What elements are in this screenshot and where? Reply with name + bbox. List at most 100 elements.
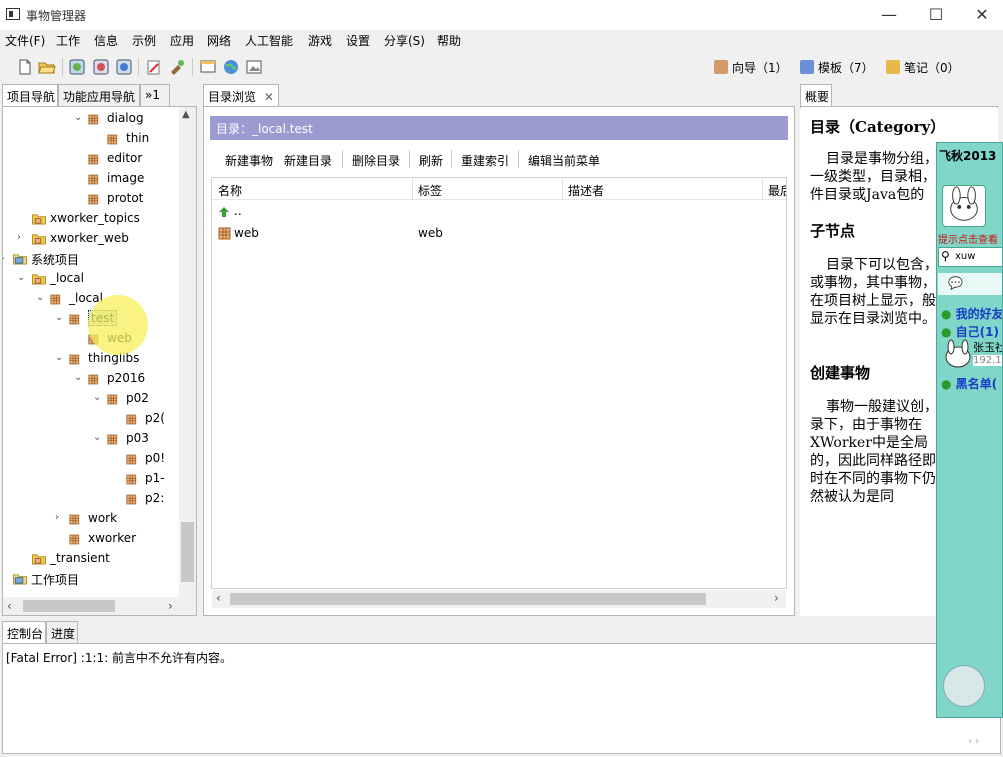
chat-hint[interactable]: 提示点击查看	[938, 231, 998, 246]
tree-v-scrollbar[interactable]: ▲	[179, 107, 196, 597]
menu-network[interactable]: 网络	[207, 32, 231, 49]
tree-item[interactable]: ⌄ dialog	[3, 109, 179, 129]
tree-item[interactable]: p1-	[3, 469, 179, 489]
settings-tool-icon[interactable]	[115, 58, 133, 76]
debug-icon[interactable]	[145, 58, 163, 76]
col-label[interactable]: 标签	[418, 182, 442, 199]
menu-help[interactable]: 帮助	[437, 32, 461, 49]
globe-icon[interactable]	[222, 58, 240, 76]
menu-ai[interactable]: 人工智能	[245, 32, 293, 49]
table-row[interactable]: web web	[212, 224, 786, 244]
tree-item[interactable]: thin	[3, 129, 179, 149]
tree-item[interactable]: xworker_topics	[3, 209, 179, 229]
tree-item[interactable]: _transient	[3, 549, 179, 569]
tab-console[interactable]: 控制台	[2, 621, 46, 644]
tree-item[interactable]: ⌄ _local	[3, 289, 179, 309]
user-avatar[interactable]	[941, 339, 975, 369]
chat-tabs[interactable]: 💬	[938, 273, 1002, 295]
tree-v-scroll-thumb[interactable]	[181, 522, 194, 582]
menu-info[interactable]: 信息	[94, 32, 118, 49]
group-friends[interactable]: ● 我的好友	[941, 305, 1002, 322]
console-scroll-arrows[interactable]: › ›	[968, 736, 979, 747]
tree-item[interactable]: ⌄ p02	[3, 389, 179, 409]
tree-item[interactable]: p2(	[3, 409, 179, 429]
chevron-down-icon[interactable]: ⌄	[74, 113, 84, 123]
menu-work[interactable]: 工作	[56, 32, 80, 49]
template-button[interactable]: 模板（7）	[800, 59, 874, 76]
tree-item[interactable]: ⌄ 系统项目	[3, 249, 179, 269]
minimize-button[interactable]: —	[874, 4, 904, 26]
chevron-down-icon[interactable]: ⌄	[3, 253, 8, 263]
chevron-down-icon[interactable]: ⌄	[55, 313, 65, 323]
refresh-button[interactable]: 刷新	[419, 152, 443, 169]
tree-item[interactable]: p2:	[3, 489, 179, 509]
refresh-globe-icon[interactable]	[68, 58, 86, 76]
chevron-right-icon[interactable]: ›	[17, 233, 27, 243]
table-row[interactable]: ..	[212, 202, 786, 222]
chevron-down-icon[interactable]: ⌄	[55, 353, 65, 363]
edit-menu-button[interactable]: 编辑当前菜单	[528, 152, 600, 169]
menu-apps[interactable]: 应用	[170, 32, 194, 49]
menu-games[interactable]: 游戏	[308, 32, 332, 49]
close-button[interactable]: ✕	[967, 4, 997, 26]
group-self[interactable]: ● 自己(1)	[941, 323, 999, 340]
picture-icon[interactable]	[245, 58, 263, 76]
image-tool-icon[interactable]	[92, 58, 110, 76]
new-thing-button[interactable]: 新建事物	[225, 152, 273, 169]
tree-h-scroll-thumb[interactable]	[23, 600, 115, 612]
new-dir-button[interactable]: 新建目录	[284, 152, 332, 169]
tree-item[interactable]: 工作项目	[3, 569, 179, 589]
delete-dir-button[interactable]: 删除目录	[352, 152, 400, 169]
chevron-down-icon[interactable]: ⌄	[74, 373, 84, 383]
group-blacklist[interactable]: ● 黑名单(	[941, 375, 997, 392]
avatar[interactable]	[942, 185, 986, 227]
tree-item[interactable]: ⌄ p2016	[3, 369, 179, 389]
menu-file[interactable]: 文件(F)	[5, 32, 45, 49]
table-h-scroll-thumb[interactable]	[230, 593, 706, 605]
tree-item[interactable]: ⌄ thinglibs	[3, 349, 179, 369]
project-tree[interactable]: ⌄ dialog thin editor image protot xworker_topi…	[2, 106, 197, 616]
col-last[interactable]: 最后	[768, 182, 786, 199]
tree-item[interactable]: ⌄ test	[3, 309, 179, 329]
chevron-down-icon[interactable]: ⌄	[17, 273, 27, 283]
chevron-down-icon[interactable]: ⌄	[93, 393, 103, 403]
chat-search[interactable]: ⚲ xuw	[938, 247, 1002, 267]
tab-summary[interactable]: 概要	[800, 84, 832, 107]
table-h-scrollbar[interactable]: ‹ ›	[212, 590, 786, 608]
tree-item[interactable]: › xworker_web	[3, 229, 179, 249]
tree-item[interactable]: ⌄ _local	[3, 269, 179, 289]
tree-item[interactable]: ⌄ p03	[3, 429, 179, 449]
new-file-icon[interactable]	[16, 58, 34, 76]
maximize-button[interactable]: ☐	[921, 4, 951, 26]
tree-item[interactable]: p0!	[3, 449, 179, 469]
tool-icon[interactable]	[168, 58, 186, 76]
col-name[interactable]: 名称	[218, 182, 242, 199]
menu-share[interactable]: 分享(S)	[384, 32, 425, 49]
chat-window[interactable]: 飞秋2013 提示点击查看 ⚲ xuw 💬 ● 我的好友 ● 自己(1) 张玉社…	[936, 142, 1003, 718]
col-describer[interactable]: 描述者	[568, 182, 604, 199]
window-icon[interactable]	[199, 58, 217, 76]
tab-project-nav[interactable]: 项目导航	[2, 84, 58, 107]
tab-function-nav[interactable]: 功能应用导航	[58, 84, 140, 106]
chevron-right-icon[interactable]: ›	[55, 513, 65, 523]
tab-dir-browse[interactable]: 目录浏览 ✕	[203, 84, 279, 107]
tab-progress[interactable]: 进度	[46, 621, 78, 643]
menu-examples[interactable]: 示例	[132, 32, 156, 49]
tree-item[interactable]: › work	[3, 509, 179, 529]
tree-item[interactable]: image	[3, 169, 179, 189]
tree-item[interactable]: xworker	[3, 529, 179, 549]
wizard-button[interactable]: 向导（1）	[714, 59, 788, 76]
notes-button[interactable]: 笔记（0）	[886, 59, 960, 76]
tab-overflow[interactable]: »1	[140, 84, 170, 106]
chevron-down-icon[interactable]: ⌄	[93, 433, 103, 443]
rebuild-index-button[interactable]: 重建索引	[461, 152, 509, 169]
console-output[interactable]: [Fatal Error] :1:1: 前言中不允许有内容。 › ›	[2, 643, 1001, 754]
chat-logo-icon[interactable]	[943, 665, 985, 707]
tab-close-icon[interactable]: ✕	[264, 90, 274, 104]
tree-item[interactable]: web	[3, 329, 179, 349]
menu-settings[interactable]: 设置	[346, 32, 370, 49]
tree-h-scrollbar[interactable]: ‹ ›	[3, 597, 196, 615]
tree-item[interactable]: protot	[3, 189, 179, 209]
tree-item[interactable]: editor	[3, 149, 179, 169]
open-folder-icon[interactable]	[38, 58, 56, 76]
